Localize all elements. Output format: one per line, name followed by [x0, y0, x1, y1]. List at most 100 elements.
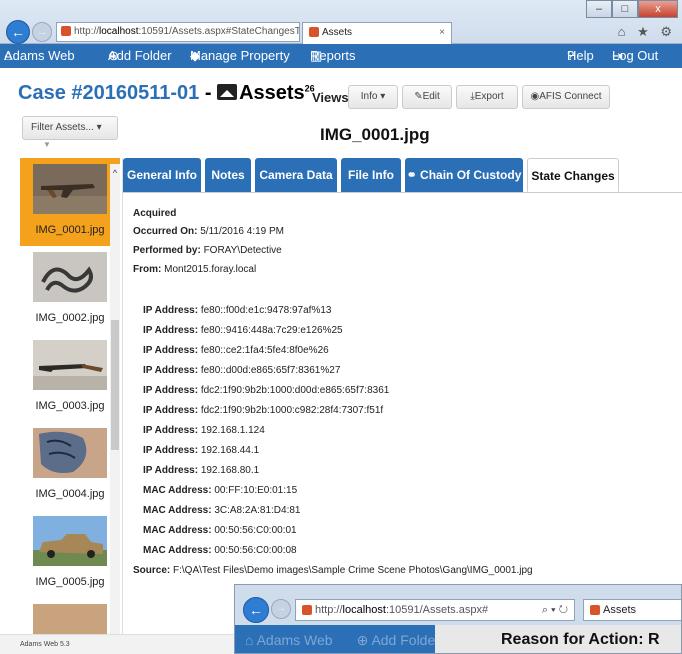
- ip-value: 192.168.1.124: [200, 425, 265, 436]
- export-button[interactable]: ⤓Export: [456, 85, 518, 109]
- performed-label: Performed by:: [133, 245, 201, 256]
- ip-value: fe80::d00d:e865:65f7:8361%27: [200, 365, 341, 376]
- edit-button[interactable]: ✎Edit: [402, 85, 452, 109]
- thumbnail-caption: IMG_0001.jpg: [35, 224, 105, 236]
- filter-assets-dropdown[interactable]: Filter Assets... ▾: [22, 116, 118, 140]
- thumbnail-item[interactable]: IMG_0003.jpg: [20, 334, 120, 422]
- image-icon: [217, 84, 238, 100]
- afis-connect-button[interactable]: ◉AFIS Connect: [522, 85, 610, 109]
- tab-chain-of-custody[interactable]: ⚭ Chain Of Custody: [405, 158, 523, 192]
- page-title: Case #20160511-01 - Assets26: [18, 82, 315, 105]
- chain-of-custody-label: Chain Of Custody: [420, 168, 522, 182]
- details-panel: General Info Notes Camera Data File Info…: [122, 158, 682, 634]
- thumbnail-image: [33, 164, 107, 214]
- close-window-button[interactable]: x: [638, 0, 678, 18]
- thumbnail-image: [33, 252, 107, 302]
- mac-value: 3C:A8:2A:81:D4:81: [214, 505, 301, 516]
- tab-file-info[interactable]: File Info: [341, 158, 401, 192]
- forward-button[interactable]: →: [32, 22, 52, 42]
- url-prefix: http://: [74, 26, 100, 37]
- browser-tool-icons[interactable]: ⌂ ★ ⚙: [618, 24, 676, 40]
- thumbnail-item[interactable]: IMG_0005.jpg: [20, 510, 120, 598]
- ip-label: IP Address:: [143, 325, 199, 336]
- ip-value: 192.168.44.1: [200, 445, 260, 456]
- occurred-value: 5/11/2016 4:19 PM: [200, 226, 285, 237]
- back-button[interactable]: ←: [6, 20, 30, 44]
- browser-chrome: – □ x ← → http://localhost:10591/Assets.…: [0, 0, 682, 44]
- performed-value: FORAY\Detective: [203, 245, 282, 256]
- collapse-caret-icon[interactable]: ▼: [40, 140, 54, 154]
- tab-camera-data[interactable]: Camera Data: [255, 158, 337, 192]
- ip-value: fdc2:1f90:9b2b:1000:c982:28f4:7307:f51f: [200, 405, 384, 416]
- occurred-label: Occurred On:: [133, 226, 198, 237]
- favicon-icon: [302, 605, 312, 616]
- home-link[interactable]: ⌂ Adams Web: [245, 632, 345, 648]
- thumbnail-item[interactable]: [20, 598, 120, 634]
- thumbnail-image: [33, 604, 107, 634]
- search-refresh-icon[interactable]: ⌕ ▾ ↻: [542, 600, 568, 620]
- url-path: :10591/Assets.aspx#: [385, 604, 489, 616]
- browser-tab-assets[interactable]: Assets ×: [302, 22, 452, 44]
- url-path: :10591/Assets.aspx#StateChangesTal: [138, 26, 300, 37]
- scroll-up-icon[interactable]: ^: [110, 168, 120, 178]
- add-folder-label: Add Folder: [108, 48, 172, 63]
- tab-divider: [123, 192, 682, 193]
- back-button[interactable]: ←: [243, 597, 269, 623]
- ip-label: IP Address:: [143, 385, 199, 396]
- window-controls: – □ x: [586, 0, 678, 18]
- mac-label: MAC Address:: [143, 505, 212, 516]
- image-title: IMG_0001.jpg: [320, 125, 430, 144]
- edit-label: Edit: [422, 91, 440, 102]
- mac-label: MAC Address:: [143, 525, 212, 536]
- thumbnail-image: [33, 516, 107, 566]
- tab-close-icon[interactable]: ×: [439, 23, 445, 43]
- link-icon: ⚭: [406, 168, 417, 182]
- reason-for-action-heading: Reason for Action: R: [435, 625, 681, 653]
- ip-label: IP Address:: [143, 345, 199, 356]
- logout-label: Log Out: [612, 48, 659, 63]
- caret-down-icon: ▾: [380, 91, 386, 102]
- ip-label: IP Address:: [143, 365, 199, 376]
- ip-label: IP Address:: [143, 305, 199, 316]
- case-number[interactable]: Case #20160511-01: [18, 82, 199, 104]
- thumbnail-item[interactable]: IMG_0002.jpg: [20, 246, 120, 334]
- manage-property-label: Manage Property: [190, 48, 290, 63]
- tab-state-changes[interactable]: State Changes: [527, 158, 619, 192]
- mac-value: 00:50:56:C0:00:08: [214, 545, 297, 556]
- views-label: Views: [312, 90, 349, 105]
- mac-label: MAC Address:: [143, 545, 212, 556]
- mac-value: 00:50:56:C0:00:01: [214, 525, 297, 536]
- mac-label: MAC Address:: [143, 485, 212, 496]
- source-value: F:\QA\Test Files\Demo images\Sample Crim…: [173, 565, 533, 576]
- info-label: Info: [360, 91, 378, 102]
- from-label: From:: [133, 264, 162, 275]
- reports-label: Reports: [310, 48, 356, 63]
- favicon-icon: [590, 605, 600, 616]
- ip-label: IP Address:: [143, 465, 199, 476]
- help-label: Help: [567, 48, 594, 63]
- thumbnail-image: [33, 428, 107, 478]
- address-bar[interactable]: http://localhost:10591/Assets.aspx#State…: [56, 22, 300, 42]
- browser-tab-assets[interactable]: Assets: [583, 599, 681, 621]
- thumbnail-caption: IMG_0005.jpg: [35, 576, 105, 588]
- ip-label: IP Address:: [143, 425, 199, 436]
- favicon-icon: [309, 27, 319, 38]
- thumbnail-caption: IMG_0004.jpg: [35, 488, 105, 500]
- thumbnail-item[interactable]: IMG_0001.jpg: [20, 158, 120, 246]
- address-bar[interactable]: http://localhost:10591/Assets.aspx# ⌕ ▾ ↻: [295, 599, 575, 621]
- info-view-button[interactable]: Info ▾: [348, 85, 398, 109]
- ip-value: 192.168.80.1: [200, 465, 260, 476]
- tab-title: Assets: [603, 604, 637, 616]
- brand-label: Adams Web: [4, 48, 75, 63]
- forward-button[interactable]: →: [271, 599, 291, 619]
- add-folder-label: Add Folder: [371, 632, 440, 648]
- minimize-button[interactable]: –: [586, 0, 612, 18]
- version-label: Adams Web 5.3: [20, 641, 70, 648]
- tab-general-info[interactable]: General Info: [123, 158, 201, 192]
- tab-notes[interactable]: Notes: [205, 158, 251, 192]
- thumbnail-image: [33, 340, 107, 390]
- favicon-icon: [61, 26, 71, 37]
- scrollbar-thumb[interactable]: [111, 320, 119, 450]
- maximize-button[interactable]: □: [612, 0, 638, 18]
- thumbnail-item[interactable]: IMG_0004.jpg: [20, 422, 120, 510]
